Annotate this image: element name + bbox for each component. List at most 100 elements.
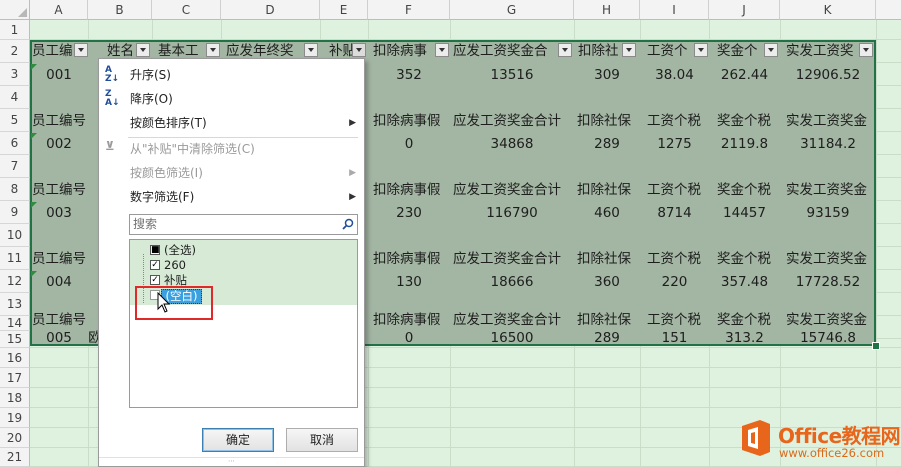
- search-input[interactable]: 搜索: [129, 214, 358, 235]
- column-header-d[interactable]: D: [221, 0, 320, 20]
- cell-f[interactable]: 0: [368, 327, 450, 349]
- filter-dropdown-button[interactable]: [206, 43, 220, 57]
- cell-j[interactable]: 357.48: [709, 271, 780, 293]
- cell-a[interactable]: 003: [30, 202, 88, 224]
- cell-h[interactable]: 289: [574, 133, 640, 155]
- row-header-11[interactable]: 11: [0, 247, 30, 270]
- header-cell-a[interactable]: 员工编号: [31, 110, 89, 132]
- row-header-17[interactable]: 17: [0, 368, 30, 388]
- filter-active-button[interactable]: [352, 43, 366, 57]
- header-cell-f[interactable]: 扣除病事假: [372, 110, 451, 132]
- column-header-g[interactable]: G: [450, 0, 574, 20]
- cell-f[interactable]: 0: [368, 133, 450, 155]
- header-cell-g[interactable]: 应发工资奖金合: [452, 40, 559, 62]
- cancel-button[interactable]: 取消: [286, 428, 358, 452]
- cell-j[interactable]: 313.2: [709, 327, 780, 349]
- cell-h[interactable]: 460: [574, 202, 640, 224]
- checkbox-checked[interactable]: ✓: [150, 275, 160, 285]
- cell-g[interactable]: 34868: [450, 133, 574, 155]
- cell-g[interactable]: 13516: [450, 64, 574, 86]
- cell-k[interactable]: 12906.52: [780, 64, 876, 86]
- cell-i[interactable]: 8714: [640, 202, 709, 224]
- column-header-h[interactable]: H: [574, 0, 640, 20]
- cell-j[interactable]: 262.44: [709, 64, 780, 86]
- sort-by-color-item[interactable]: 按颜色排序(T) ▶: [99, 111, 364, 135]
- column-header-e[interactable]: E: [320, 0, 368, 20]
- header-cell-h[interactable]: 扣除社保: [576, 110, 641, 132]
- row-header-3[interactable]: 3: [0, 63, 30, 86]
- column-header-j[interactable]: J: [709, 0, 780, 20]
- header-cell-j[interactable]: 奖金个税: [716, 248, 781, 270]
- cell-i[interactable]: 1275: [640, 133, 709, 155]
- cell-a[interactable]: 001: [30, 64, 88, 86]
- column-header-b[interactable]: B: [88, 0, 152, 20]
- filter-values-list[interactable]: ■ (全选) ✓ 260 ✓ 补贴: [129, 239, 358, 408]
- header-cell-h[interactable]: 扣除社: [577, 40, 624, 62]
- row-header-10[interactable]: 10: [0, 224, 30, 247]
- clear-filter-item[interactable]: ⊻ 从"补贴"中清除筛选(C): [99, 137, 364, 161]
- resize-grip-icon[interactable]: ⋯: [99, 457, 364, 466]
- row-header-7[interactable]: 7: [0, 155, 30, 178]
- cell-k[interactable]: 15746.8: [780, 327, 876, 349]
- header-cell-k[interactable]: 实发工资奖: [785, 40, 860, 62]
- row-header-21[interactable]: 21: [0, 448, 30, 467]
- row-header-5[interactable]: 5: [0, 109, 30, 132]
- header-cell-a[interactable]: 员工编: [31, 40, 76, 62]
- row-header-19[interactable]: 19: [0, 408, 30, 428]
- cell-f[interactable]: 230: [368, 202, 450, 224]
- cell-f[interactable]: 130: [368, 271, 450, 293]
- cell-k[interactable]: 17728.52: [780, 271, 876, 293]
- cell-a[interactable]: 005: [30, 327, 88, 349]
- row-header-9[interactable]: 9: [0, 201, 30, 224]
- column-header-k[interactable]: K: [780, 0, 876, 20]
- cell-a[interactable]: 002: [30, 133, 88, 155]
- cell-a[interactable]: 004: [30, 271, 88, 293]
- filter-dropdown-button[interactable]: [74, 43, 88, 57]
- filter-dropdown-button[interactable]: [622, 43, 636, 57]
- header-cell-f[interactable]: 扣除病事假: [372, 179, 451, 201]
- row-header-6[interactable]: 6: [0, 132, 30, 155]
- filter-dropdown-button[interactable]: [694, 43, 708, 57]
- sort-descending-item[interactable]: Z A↓ 降序(O): [99, 87, 364, 111]
- row-header-15[interactable]: 15: [0, 331, 30, 348]
- row-header-4[interactable]: 4: [0, 86, 30, 109]
- header-cell-g[interactable]: 应发工资奖金合计: [452, 179, 575, 201]
- cell-h[interactable]: 360: [574, 271, 640, 293]
- header-cell-h[interactable]: 扣除社保: [576, 248, 641, 270]
- filter-dropdown-button[interactable]: [304, 43, 318, 57]
- cell-j[interactable]: 14457: [709, 202, 780, 224]
- cell-i[interactable]: 151: [640, 327, 709, 349]
- checkbox-checked[interactable]: ✓: [150, 260, 160, 270]
- header-cell-k[interactable]: 实发工资奖金: [785, 179, 877, 201]
- sort-ascending-item[interactable]: A Z↓ 升序(S): [99, 63, 364, 87]
- column-header-c[interactable]: C: [152, 0, 221, 20]
- cell-i[interactable]: 220: [640, 271, 709, 293]
- header-cell-i[interactable]: 工资个: [646, 40, 695, 62]
- header-cell-k[interactable]: 实发工资奖金: [785, 248, 877, 270]
- row-header-16[interactable]: 16: [0, 348, 30, 368]
- header-cell-i[interactable]: 工资个税: [646, 248, 710, 270]
- ok-button[interactable]: 确定: [202, 428, 274, 452]
- row-header-13[interactable]: 13: [0, 293, 30, 316]
- header-cell-j[interactable]: 奖金个税: [716, 179, 781, 201]
- filter-dropdown-button[interactable]: [558, 43, 572, 57]
- filter-dropdown-menu[interactable]: A Z↓ 升序(S) Z A↓ 降序(O) 按颜色排序(T) ▶ ⊻ 从"补贴"中清…: [98, 58, 365, 467]
- number-filter-item[interactable]: 数字筛选(F) ▶: [99, 185, 364, 209]
- cell-h[interactable]: 309: [574, 64, 640, 86]
- cell-h[interactable]: 289: [574, 327, 640, 349]
- cell-g[interactable]: 18666: [450, 271, 574, 293]
- cell-k[interactable]: 31184.2: [780, 133, 876, 155]
- row-header-14[interactable]: 14: [0, 316, 30, 331]
- cell-g[interactable]: 116790: [450, 202, 574, 224]
- filter-by-color-item[interactable]: 按颜色筛选(I) ▶: [99, 161, 364, 185]
- header-cell-g[interactable]: 应发工资奖金合计: [452, 110, 575, 132]
- cell-i[interactable]: 38.04: [640, 64, 709, 86]
- cell-j[interactable]: 2119.8: [709, 133, 780, 155]
- row-header-8[interactable]: 8: [0, 178, 30, 201]
- row-header-18[interactable]: 18: [0, 388, 30, 408]
- filter-dropdown-button[interactable]: [136, 43, 150, 57]
- row-header-1[interactable]: 1: [0, 20, 30, 40]
- header-cell-f[interactable]: 扣除病事假: [372, 248, 451, 270]
- header-cell-j[interactable]: 奖金个: [716, 40, 765, 62]
- cell-f[interactable]: 352: [368, 64, 450, 86]
